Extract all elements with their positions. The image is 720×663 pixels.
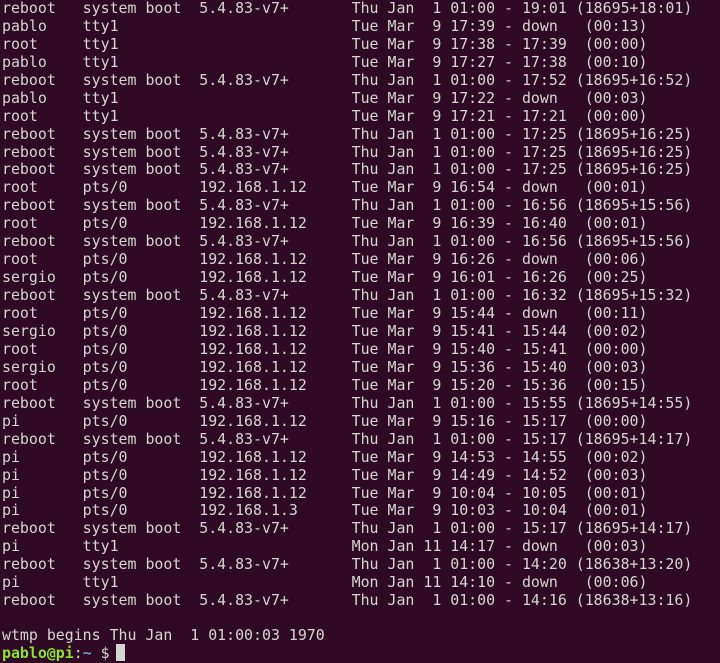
wtmp-record-line: root pts/0 192.168.1.12 Tue Mar 9 15:40 … [2,340,648,358]
wtmp-record-line: reboot system boot 5.4.83-v7+ Thu Jan 1 … [2,160,693,178]
wtmp-record-line: reboot system boot 5.4.83-v7+ Thu Jan 1 … [2,591,693,609]
wtmp-record-line: pi pts/0 192.168.1.12 Tue Mar 9 15:16 - … [2,412,648,430]
wtmp-record-line: reboot system boot 5.4.83-v7+ Thu Jan 1 … [2,232,693,250]
wtmp-record-line: reboot system boot 5.4.83-v7+ Thu Jan 1 … [2,430,693,448]
wtmp-record-line: root pts/0 192.168.1.12 Tue Mar 9 15:44 … [2,304,648,322]
wtmp-record-line: root pts/0 192.168.1.12 Tue Mar 9 16:54 … [2,178,648,196]
wtmp-record-line: pablo tty1 Tue Mar 9 17:39 - down (00:13… [2,17,648,35]
wtmp-record-line: pi pts/0 192.168.1.12 Tue Mar 9 14:49 - … [2,466,648,484]
wtmp-record-line: root pts/0 192.168.1.12 Tue Mar 9 16:39 … [2,214,648,232]
terminal-window[interactable]: reboot system boot 5.4.83-v7+ Thu Jan 1 … [0,0,720,663]
wtmp-record-line: reboot system boot 5.4.83-v7+ Thu Jan 1 … [2,519,693,537]
wtmp-record-line: reboot system boot 5.4.83-v7+ Thu Jan 1 … [2,196,693,214]
wtmp-record-line: reboot system boot 5.4.83-v7+ Thu Jan 1 … [2,71,693,89]
wtmp-record-line: pablo tty1 Tue Mar 9 17:22 - down (00:03… [2,89,648,107]
wtmp-record-line: reboot system boot 5.4.83-v7+ Thu Jan 1 … [2,143,693,161]
wtmp-record-line: pi tty1 Mon Jan 11 14:10 - down (00:06) [2,573,648,591]
wtmp-begins-footer: wtmp begins Thu Jan 1 01:00:03 1970 [2,626,325,644]
wtmp-record-line: root tty1 Tue Mar 9 17:38 - 17:39 (00:00… [2,35,648,53]
wtmp-record-line: sergio pts/0 192.168.1.12 Tue Mar 9 15:3… [2,358,648,376]
wtmp-record-line: reboot system boot 5.4.83-v7+ Thu Jan 1 … [2,555,693,573]
wtmp-record-line: pi tty1 Mon Jan 11 14:17 - down (00:03) [2,537,648,555]
cursor-block[interactable] [115,644,125,661]
wtmp-record-line: sergio pts/0 192.168.1.12 Tue Mar 9 16:0… [2,268,648,286]
wtmp-record-line: reboot system boot 5.4.83-v7+ Thu Jan 1 … [2,286,693,304]
wtmp-record-line: reboot system boot 5.4.83-v7+ Thu Jan 1 … [2,125,693,143]
prompt-path: ~ [82,644,92,662]
wtmp-record-line: root tty1 Tue Mar 9 17:21 - 17:21 (00:00… [2,107,648,125]
wtmp-record-line: root pts/0 192.168.1.12 Tue Mar 9 15:20 … [2,376,648,394]
wtmp-record-line: reboot system boot 5.4.83-v7+ Thu Jan 1 … [2,394,693,412]
prompt-separator: : [73,644,83,662]
wtmp-record-line: sergio pts/0 192.168.1.12 Tue Mar 9 15:4… [2,322,648,340]
wtmp-record-line: pi pts/0 192.168.1.12 Tue Mar 9 14:53 - … [2,448,648,466]
wtmp-record-line: pi pts/0 192.168.1.3 Tue Mar 9 10:03 - 1… [2,501,648,519]
prompt-symbol: $ [91,644,110,662]
wtmp-record-line: root pts/0 192.168.1.12 Tue Mar 9 16:26 … [2,250,648,268]
prompt-user-host: pablo@pi [2,644,74,662]
wtmp-record-line: pi pts/0 192.168.1.12 Tue Mar 9 10:04 - … [2,484,648,502]
wtmp-record-line: reboot system boot 5.4.83-v7+ Thu Jan 1 … [2,0,693,17]
shell-prompt[interactable]: pablo@pi:~ $ [2,644,125,662]
wtmp-record-line: pablo tty1 Tue Mar 9 17:27 - 17:38 (00:1… [2,53,648,71]
